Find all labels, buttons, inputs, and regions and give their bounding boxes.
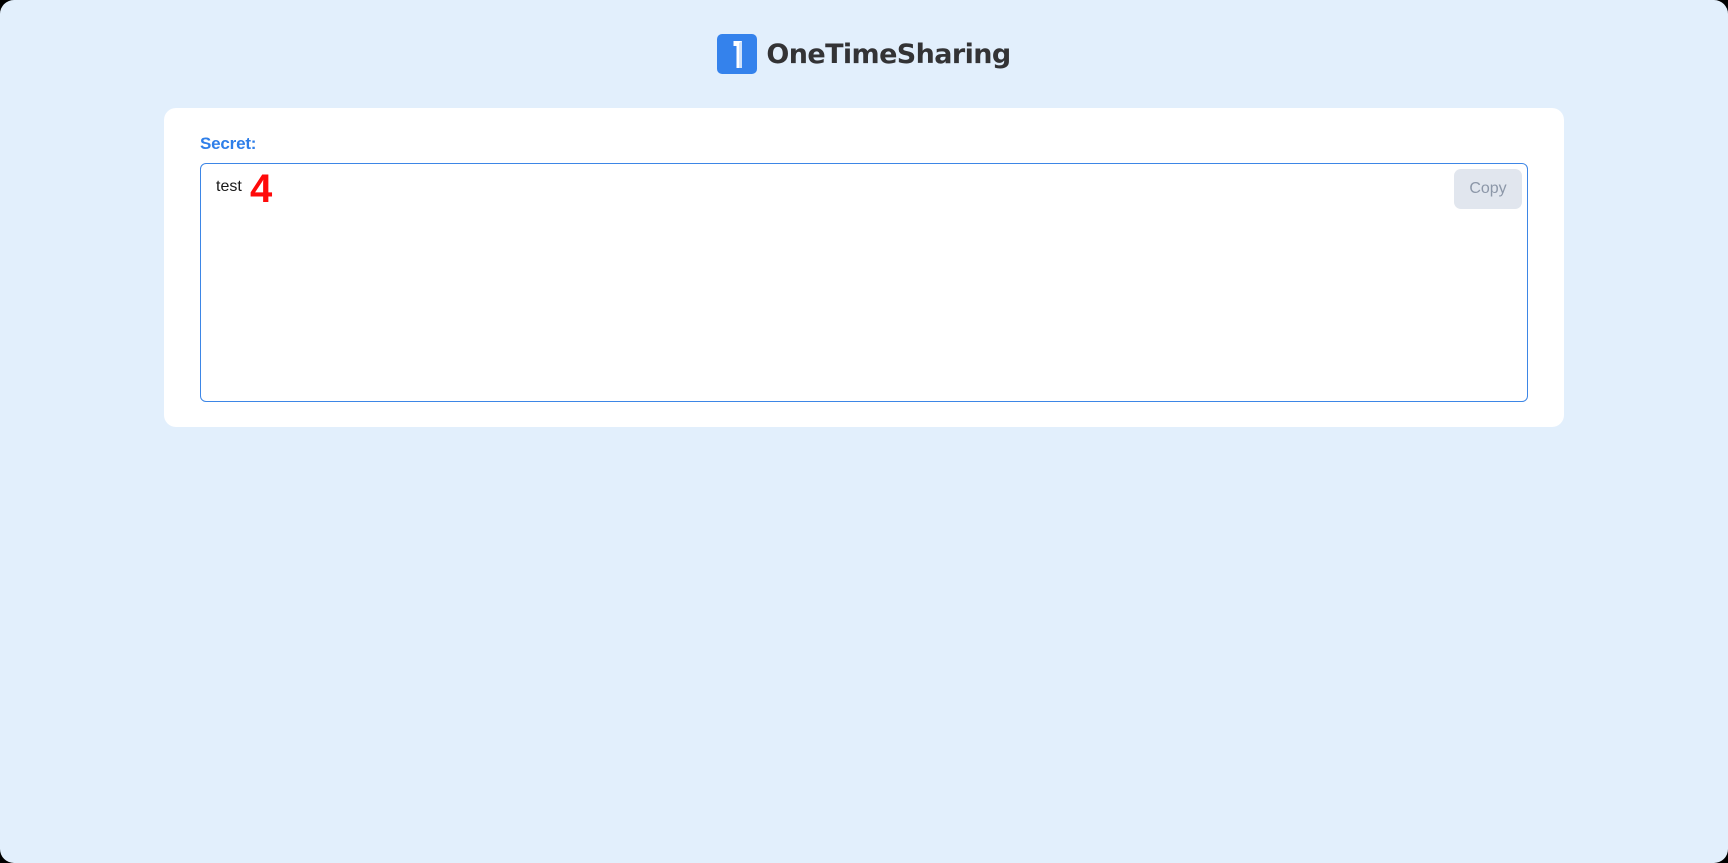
secret-textarea[interactable]: test 4 Copy <box>200 163 1528 402</box>
header: OneTimeSharing <box>0 34 1728 74</box>
annotation-marker: 4 <box>250 167 273 211</box>
secret-card: Secret: test 4 Copy <box>164 108 1564 427</box>
brand-link[interactable]: OneTimeSharing <box>717 34 1011 74</box>
page: OneTimeSharing Secret: test 4 Copy <box>0 0 1728 863</box>
secret-value[interactable]: test <box>216 178 242 196</box>
secret-label: Secret: <box>200 134 257 153</box>
number-one-logo-icon <box>717 34 758 74</box>
brand-name: OneTimeSharing <box>766 38 1011 70</box>
copy-button[interactable]: Copy <box>1454 169 1522 209</box>
